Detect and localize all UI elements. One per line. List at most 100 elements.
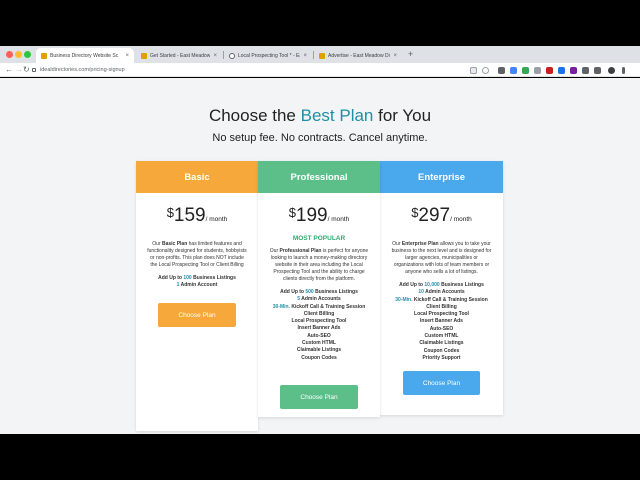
most-popular-badge: MOST POPULAR — [292, 235, 346, 242]
extension-icon[interactable] — [522, 67, 529, 74]
feature-item: Auto-SEO — [307, 332, 331, 339]
plan-price: $199/ month — [258, 205, 380, 227]
browser-tab-advertise[interactable]: Advertise - East Meadow Dire × — [314, 48, 402, 63]
close-tab-icon[interactable]: × — [303, 53, 307, 59]
browser-tab-business-directory[interactable]: Business Directory Website Sc × — [36, 48, 134, 63]
feature-item: Claimable Listings — [419, 340, 464, 347]
plan-features: Add Up to 10,000 Business Listings 10 Ad… — [380, 282, 503, 362]
feature-item: Insert Banner Ads — [297, 325, 341, 332]
desc-text: Our — [269, 248, 280, 254]
extension-icon[interactable] — [498, 67, 505, 74]
feature-number: 10,000 — [424, 282, 440, 288]
feature-item: Claimable Listings — [296, 347, 342, 354]
page-title: Choose the Best Plan for You — [0, 106, 640, 126]
address-bar[interactable]: idealdirectories.com/pricing-signup — [32, 66, 125, 74]
currency-symbol: $ — [288, 205, 296, 220]
page-subtitle: No setup fee. No contracts. Cancel anyti… — [212, 132, 428, 144]
feature-listings: Add Up to 100 Business Listings — [136, 275, 258, 282]
choose-plan-professional-button[interactable]: Choose Plan — [280, 385, 358, 409]
headline-accent: Best Plan — [300, 106, 374, 125]
extension-icon[interactable] — [582, 67, 589, 74]
price-period: / month — [450, 216, 472, 223]
plan-features: Add Up to 500 Business Listings 5 Admin … — [258, 289, 380, 362]
desc-text: Our — [152, 241, 162, 247]
feature-admin: 5 Admin Accounts — [258, 296, 380, 303]
browser-toolbar: ← → ↻ idealdirectories.com/pricing-signu… — [0, 63, 640, 77]
feature-text: Add Up to — [158, 275, 184, 281]
feature-kickoff: 30-Min. Kickoff Call & Training Session — [380, 297, 503, 304]
tab-title: Business Directory Website Sc — [50, 52, 119, 59]
feature-listings: Add Up to 500 Business Listings — [258, 289, 380, 296]
extension-icon[interactable] — [570, 67, 577, 74]
feature-text: Kickoff Call & Training Session — [289, 303, 366, 310]
plan-card-basic: Basic $159/ month Our Basic Plan has lim… — [136, 161, 258, 431]
forward-icon[interactable]: → — [15, 64, 23, 76]
choose-plan-enterprise-button[interactable]: Choose Plan — [403, 371, 480, 395]
price-period: / month — [327, 216, 350, 223]
screen: Business Directory Website Sc × Get Star… — [0, 0, 640, 480]
feature-item: Auto-SEO — [429, 325, 454, 332]
desc-plan-name: Basic Plan — [161, 241, 188, 247]
share-icon[interactable] — [470, 67, 477, 74]
pricing-page: Choose the Best Plan for You No setup fe… — [0, 78, 640, 434]
new-tab-button[interactable]: + — [408, 49, 413, 59]
feature-text: Admin Accounts — [423, 289, 465, 296]
menu-kebab-icon[interactable] — [622, 67, 625, 74]
minimize-window-icon[interactable] — [15, 51, 22, 58]
desc-plan-name: Professional Plan — [279, 248, 322, 254]
feature-number: 100 — [183, 275, 192, 281]
feature-text: Business Listings — [191, 275, 236, 281]
plan-name: Enterprise — [380, 161, 503, 193]
feature-text: Business Listings — [313, 289, 358, 295]
site-favicon-icon — [319, 52, 325, 59]
feature-text: Admin Accounts — [300, 296, 341, 303]
feature-text: Add Up to — [280, 289, 306, 295]
back-icon[interactable]: ← — [5, 64, 13, 76]
price-period: / month — [205, 216, 228, 223]
star-icon[interactable] — [482, 67, 489, 74]
browser-tab-get-started[interactable]: Get Started - East Meadow Dr × — [136, 48, 222, 63]
close-tab-icon[interactable]: × — [213, 53, 217, 59]
url-text: idealdirectories.com/pricing-signup — [40, 67, 125, 73]
plan-description: Our Basic Plan has limited features and … — [136, 241, 258, 269]
extension-icon[interactable] — [546, 67, 553, 74]
price-amount: 159 — [173, 205, 206, 226]
puzzle-icon[interactable] — [594, 67, 601, 74]
close-tab-icon[interactable]: × — [393, 53, 397, 59]
plan-features: Add Up to 100 Business Listings 1 Admin … — [136, 275, 258, 290]
feature-number: 30-Min. — [395, 296, 413, 303]
avatar[interactable] — [608, 67, 615, 74]
headline-text: Choose the — [208, 106, 301, 125]
close-window-icon[interactable] — [6, 51, 13, 58]
feature-item: Custom HTML — [424, 333, 459, 340]
choose-plan-basic-button[interactable]: Choose Plan — [158, 303, 236, 327]
plan-name: Basic — [136, 161, 258, 193]
price-amount: 297 — [418, 205, 451, 226]
close-tab-icon[interactable]: × — [125, 53, 129, 59]
feature-item: Coupon Codes — [423, 347, 460, 354]
feature-item: Coupon Codes — [301, 354, 337, 361]
feature-text: Admin Account — [179, 282, 218, 289]
plan-card-enterprise: Enterprise $297/ month Our Enterprise Pl… — [380, 161, 503, 415]
tab-title: Get Started - East Meadow Dr — [150, 52, 211, 59]
plan-card-professional: Professional $199/ month MOST POPULAR Ou… — [258, 161, 380, 417]
extension-icon[interactable] — [558, 67, 565, 74]
feature-item: Local Prospecting Tool — [291, 318, 347, 325]
tab-title: Advertise - East Meadow Dire — [328, 52, 391, 59]
reload-icon[interactable]: ↻ — [23, 64, 30, 76]
plan-price: $159/ month — [136, 205, 258, 227]
feature-item: Priority Support — [422, 354, 461, 361]
browser-tab-local-prospecting[interactable]: Local Prospecting Tool * - East × — [224, 48, 312, 63]
feature-text: Add Up to — [399, 282, 425, 288]
feature-kickoff: 30-Min. Kickoff Call & Training Session — [258, 304, 380, 311]
plan-name: Professional — [258, 161, 380, 193]
extension-icon[interactable] — [534, 67, 541, 74]
feature-listings: Add Up to 10,000 Business Listings — [380, 282, 503, 289]
feature-text: Kickoff Call & Training Session — [412, 296, 488, 303]
feature-item: Local Prospecting Tool — [414, 311, 469, 318]
extension-icon[interactable] — [510, 67, 517, 74]
desc-plan-name: Enterprise Plan — [401, 241, 439, 247]
maximize-window-icon[interactable] — [24, 51, 31, 58]
feature-item: Client Billing — [426, 303, 457, 310]
feature-item: Custom HTML — [302, 340, 336, 347]
